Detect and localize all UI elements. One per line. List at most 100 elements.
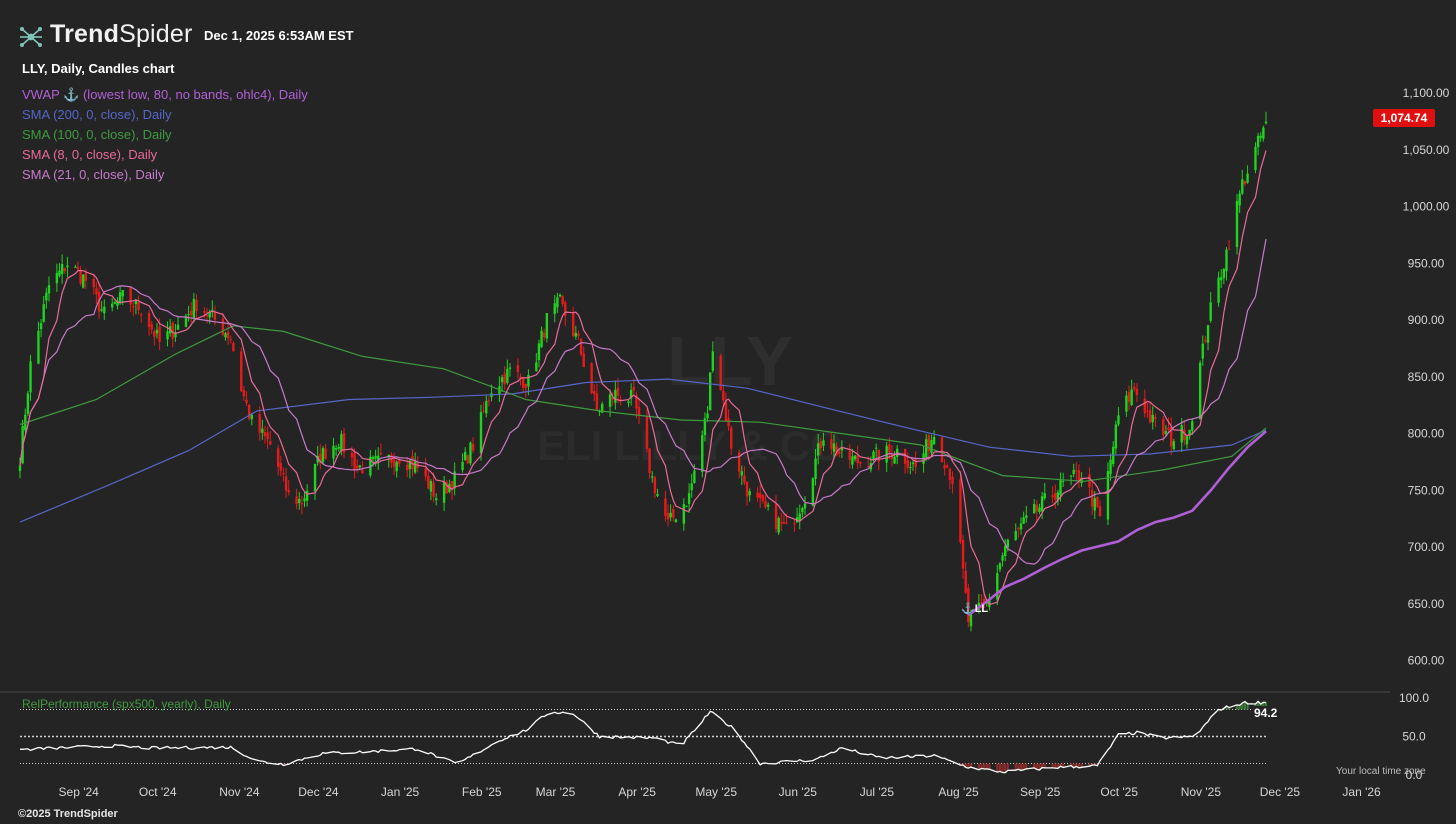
candle bbox=[342, 427, 346, 459]
candle bbox=[1172, 438, 1176, 451]
price-tick-label: 1,100.00 bbox=[1403, 86, 1450, 100]
candle bbox=[672, 505, 675, 522]
lower-last-value: 94.2 bbox=[1254, 706, 1278, 720]
price-tick-label: 700.00 bbox=[1408, 540, 1445, 554]
candle bbox=[1222, 268, 1226, 285]
candle bbox=[848, 444, 851, 469]
lower-panel-label[interactable]: RelPerformance (spx500, yearly), Daily bbox=[22, 697, 231, 711]
candle bbox=[287, 480, 290, 496]
candle bbox=[524, 383, 527, 398]
candle bbox=[666, 504, 670, 527]
candle bbox=[1098, 500, 1102, 517]
candle bbox=[859, 461, 862, 468]
candle bbox=[92, 273, 95, 295]
candle bbox=[1227, 239, 1231, 250]
candle bbox=[369, 450, 372, 478]
candle bbox=[66, 256, 69, 278]
candle bbox=[614, 380, 617, 410]
candle bbox=[184, 313, 188, 328]
candle bbox=[687, 483, 691, 513]
time-tick-label: Jan '26 bbox=[1342, 785, 1381, 799]
candle bbox=[247, 403, 251, 421]
candle bbox=[242, 385, 246, 401]
lower-tick-label: 50.0 bbox=[1402, 730, 1426, 744]
candle bbox=[1032, 499, 1036, 514]
candle bbox=[1022, 511, 1025, 524]
candle bbox=[561, 295, 564, 307]
price-tick-label: 1,000.00 bbox=[1403, 200, 1450, 214]
candle bbox=[998, 562, 1002, 573]
candle bbox=[258, 406, 261, 441]
candle bbox=[47, 276, 51, 302]
candle bbox=[914, 451, 917, 475]
candle bbox=[1043, 483, 1046, 501]
candle bbox=[406, 456, 409, 478]
candle bbox=[82, 274, 85, 289]
candle bbox=[168, 318, 172, 337]
candle bbox=[461, 453, 464, 473]
candle bbox=[885, 441, 888, 472]
candle bbox=[946, 463, 949, 469]
candle bbox=[1246, 165, 1249, 184]
sma-21-line bbox=[19, 238, 1267, 565]
candle bbox=[543, 328, 546, 341]
candle bbox=[295, 489, 298, 510]
moving-averages-layer bbox=[19, 150, 1267, 617]
candle bbox=[147, 310, 151, 336]
candle bbox=[226, 322, 230, 345]
candle bbox=[1259, 132, 1262, 143]
candle bbox=[435, 493, 438, 506]
candle bbox=[669, 504, 672, 522]
time-tick-label: Oct '24 bbox=[139, 785, 177, 799]
candle bbox=[571, 306, 575, 338]
candle bbox=[1185, 435, 1189, 449]
candle bbox=[300, 495, 304, 515]
candle bbox=[132, 302, 135, 317]
candle bbox=[60, 254, 64, 284]
candle bbox=[948, 467, 952, 490]
price-axis[interactable]: 1,100.00 1,050.00 1,000.00 950.00 900.00 850.… bbox=[1403, 86, 1450, 668]
candle bbox=[1235, 194, 1239, 255]
candle bbox=[129, 286, 132, 313]
candle bbox=[1127, 385, 1131, 411]
candle bbox=[445, 480, 448, 494]
candle bbox=[195, 294, 198, 319]
candle bbox=[853, 455, 857, 462]
candle bbox=[627, 399, 630, 408]
candle bbox=[664, 490, 667, 522]
timezone-note[interactable]: Your local time zone bbox=[1336, 766, 1426, 777]
candle bbox=[959, 470, 962, 545]
candle bbox=[651, 471, 654, 483]
candle bbox=[429, 479, 433, 501]
candle bbox=[245, 391, 248, 406]
time-tick-label: Sep '24 bbox=[59, 785, 100, 799]
candle bbox=[63, 267, 66, 274]
candle bbox=[269, 431, 272, 446]
time-tick-label: Apr '25 bbox=[618, 785, 656, 799]
candle bbox=[1054, 484, 1057, 509]
candle bbox=[453, 462, 456, 496]
candle bbox=[284, 468, 288, 498]
candle bbox=[1109, 453, 1112, 481]
candle bbox=[537, 339, 541, 368]
candle bbox=[1038, 503, 1041, 515]
time-axis[interactable]: Sep '24 Oct '24 Nov '24 Dec '24 Jan '25 Feb '… bbox=[59, 785, 1382, 799]
time-tick-label: Sep '25 bbox=[1020, 785, 1061, 799]
price-chart[interactable]: LLY ELI LILLY & CO 1,100.00 1,050.00 1,000… bbox=[0, 0, 1456, 824]
candle bbox=[745, 481, 749, 506]
candle bbox=[1148, 401, 1152, 424]
candle bbox=[1220, 269, 1223, 288]
candle bbox=[42, 295, 45, 323]
candle bbox=[240, 347, 243, 393]
candle bbox=[877, 449, 880, 471]
candle bbox=[305, 484, 309, 507]
candle bbox=[761, 494, 765, 504]
candle bbox=[319, 444, 322, 470]
anchor-low-marker[interactable]: ⚓LL bbox=[961, 602, 988, 615]
candle bbox=[337, 443, 340, 452]
time-tick-label: Feb '25 bbox=[462, 785, 502, 799]
candle bbox=[521, 376, 525, 394]
time-tick-label: Mar '25 bbox=[536, 785, 576, 799]
price-tick-label: 900.00 bbox=[1408, 313, 1445, 327]
candle bbox=[764, 495, 767, 509]
